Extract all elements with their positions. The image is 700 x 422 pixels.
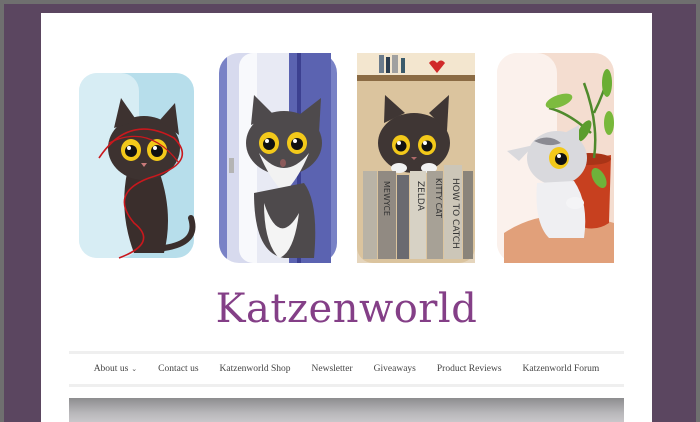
nav-item-contact-us[interactable]: Contact us bbox=[148, 364, 209, 374]
cat-in-doorway-panel bbox=[219, 53, 337, 263]
nav-item-giveaways[interactable]: Giveaways bbox=[363, 364, 426, 374]
book-spine-1: HOW TO CATCH bbox=[450, 178, 460, 249]
book-spine-3: ZELDA bbox=[415, 181, 425, 212]
nav-item-about-us[interactable]: About us ⌄ bbox=[83, 364, 147, 374]
cat-with-plant-panel bbox=[497, 53, 614, 263]
chevron-down-icon: ⌄ bbox=[131, 365, 138, 373]
nav-item-katzenworld-shop[interactable]: Katzenworld Shop bbox=[209, 364, 301, 374]
header-illustration: HOW TO CATCH KITTY CAT ZELDA MEWYCE bbox=[79, 53, 614, 263]
cat-with-yarn-panel bbox=[79, 73, 196, 259]
featured-image[interactable] bbox=[69, 398, 624, 422]
main-navigation: About us ⌄ Contact us Katzenworld Shop N… bbox=[69, 351, 624, 387]
cat-on-bookshelf-panel: HOW TO CATCH KITTY CAT ZELDA MEWYCE bbox=[357, 53, 475, 263]
nav-item-product-reviews[interactable]: Product Reviews bbox=[426, 364, 512, 374]
book-spine-2: KITTY CAT bbox=[434, 178, 443, 218]
nav-item-newsletter[interactable]: Newsletter bbox=[301, 364, 363, 374]
site-title[interactable]: Katzenworld bbox=[41, 286, 652, 332]
nav-item-label: About us bbox=[93, 364, 129, 374]
header-image[interactable]: HOW TO CATCH KITTY CAT ZELDA MEWYCE bbox=[79, 53, 614, 263]
book-spine-4: MEWYCE bbox=[382, 181, 391, 216]
nav-item-katzenworld-forum[interactable]: Katzenworld Forum bbox=[512, 364, 610, 374]
page-container: HOW TO CATCH KITTY CAT ZELDA MEWYCE Katz… bbox=[41, 13, 652, 422]
